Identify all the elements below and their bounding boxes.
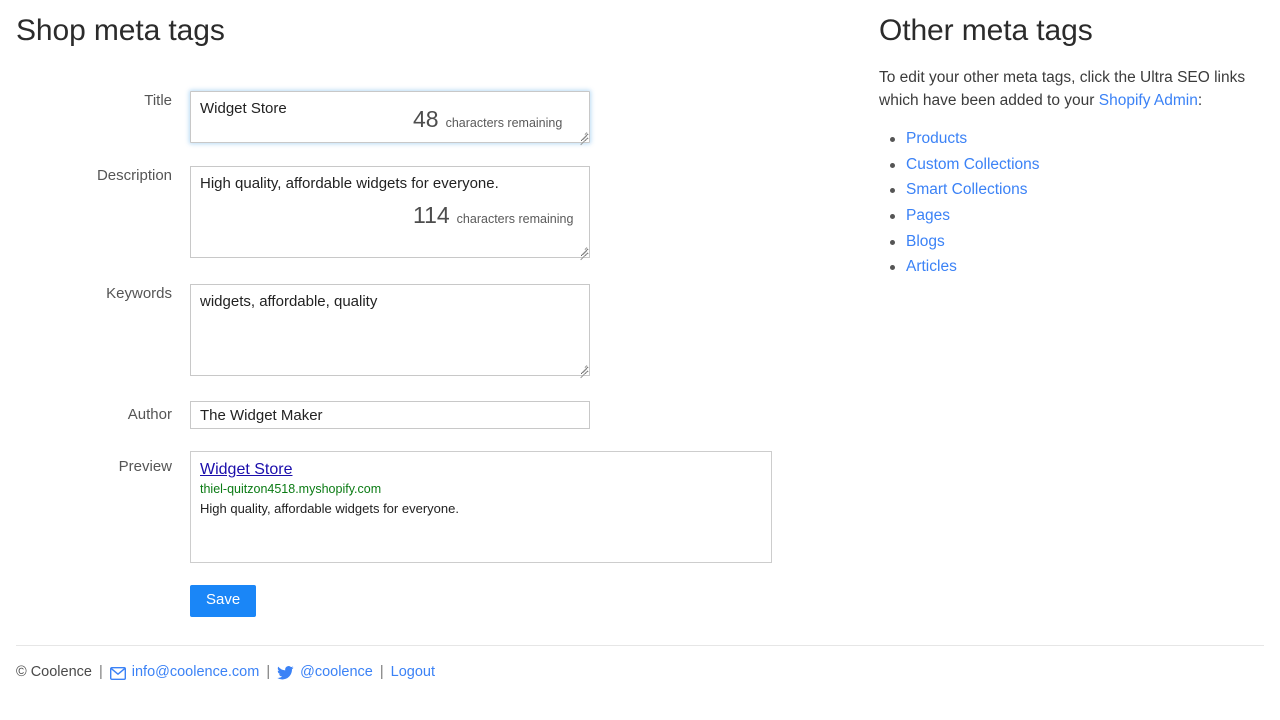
shopify-admin-link[interactable]: Shopify Admin [1099,92,1198,109]
title-remaining-count: 48 [413,106,439,133]
save-wrap: Save [190,585,256,617]
page-title: Shop meta tags [0,0,850,47]
keywords-label: Keywords [0,284,190,304]
footer-email-group: info@coolence.com [110,664,260,680]
description-remaining-label: characters remaining [457,212,574,226]
author-input[interactable] [190,401,590,429]
list-item: Blogs [906,231,1269,253]
footer-separator: | [380,664,384,680]
preview-title: Widget Store [200,460,292,480]
envelope-icon [110,667,126,680]
keywords-field-wrap: widgets, affordable, quality [190,284,590,376]
list-item: Products [906,128,1269,150]
title-label: Title [0,91,190,111]
description-remaining-count: 114 [413,202,450,229]
form-row-title: Title Widget Store 48 characters remaini… [0,91,850,143]
title-remaining-label: characters remaining [446,116,563,130]
link-pages[interactable]: Pages [906,207,950,224]
footer-separator: | [266,664,270,680]
footer-logout-link[interactable]: Logout [391,664,435,680]
shop-meta-tags-form: Title Widget Store 48 characters remaini… [0,91,850,617]
preview-url: thiel-quitzon4518.myshopify.com [200,481,762,498]
link-blogs[interactable]: Blogs [906,233,945,250]
link-products[interactable]: Products [906,130,967,147]
link-articles[interactable]: Articles [906,258,957,275]
form-row-author: Author [0,401,850,429]
footer-copyright: © Coolence [16,664,92,680]
shop-meta-tags-panel: Shop meta tags Title Widget Store 48 cha… [0,0,850,617]
footer-divider [16,645,1264,646]
footer-twitter-link[interactable]: @coolence [300,664,373,680]
other-meta-tags-panel: Other meta tags To edit your other meta … [879,0,1269,282]
link-smart-collections[interactable]: Smart Collections [906,181,1027,198]
list-item: Articles [906,256,1269,278]
footer: © Coolence | info@coolence.com | @coolen… [16,664,435,680]
footer-email-link[interactable]: info@coolence.com [132,664,260,680]
footer-separator: | [99,664,103,680]
app-page: Shop meta tags Title Widget Store 48 cha… [0,0,1280,720]
twitter-icon [277,666,294,680]
other-meta-tags-list: Products Custom Collections Smart Collec… [879,128,1269,278]
author-label: Author [0,401,190,425]
intro-text-part2: : [1198,92,1202,109]
form-row-description: Description High quality, affordable wid… [0,166,850,258]
serp-preview: Widget Store thiel-quitzon4518.myshopify… [190,451,772,563]
other-meta-tags-title: Other meta tags [879,0,1269,47]
list-item: Smart Collections [906,179,1269,201]
other-meta-tags-intro: To edit your other meta tags, click the … [879,66,1259,113]
footer-twitter-group: @coolence [277,664,373,680]
form-row-preview: Preview Widget Store thiel-quitzon4518.m… [0,451,850,563]
author-field-wrap [190,401,590,429]
title-characters-remaining: 48 characters remaining [413,106,562,133]
link-custom-collections[interactable]: Custom Collections [906,156,1040,173]
list-item: Pages [906,205,1269,227]
list-item: Custom Collections [906,154,1269,176]
form-row-actions: Save [0,585,850,617]
form-row-keywords: Keywords widgets, affordable, quality [0,284,850,376]
description-label: Description [0,166,190,186]
preview-label: Preview [0,451,190,477]
preview-description: High quality, affordable widgets for eve… [200,500,762,518]
keywords-input[interactable]: widgets, affordable, quality [190,284,590,376]
save-button[interactable]: Save [190,585,256,617]
description-characters-remaining: 114 characters remaining [413,202,573,229]
preview-field-wrap: Widget Store thiel-quitzon4518.myshopify… [190,451,772,563]
